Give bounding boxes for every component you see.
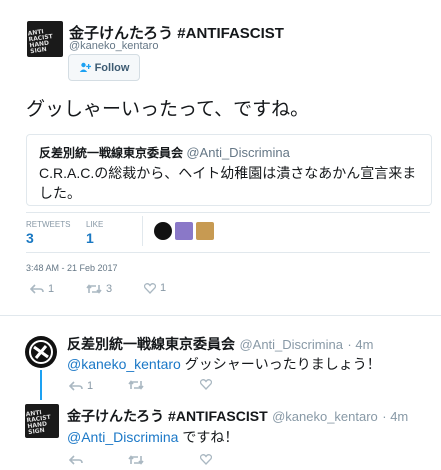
divider xyxy=(26,212,430,213)
heart-icon xyxy=(200,454,212,465)
retweet-action[interactable] xyxy=(128,380,144,390)
likes-count[interactable]: 1 xyxy=(86,230,94,246)
reply-count: 1 xyxy=(48,283,55,295)
retweet-action[interactable]: 3 xyxy=(86,283,112,295)
reply-body: グッシャーいったりましょう！ xyxy=(180,356,381,372)
liker-avatar[interactable] xyxy=(154,222,172,240)
avatar[interactable]: ANTI RACIST HAND SIGN xyxy=(27,21,63,57)
follow-button[interactable]: Follow xyxy=(68,54,140,81)
quoted-tweet[interactable]: 反差別統一戦線東京委員会 @Anti_Discrimina C.R.A.C.の総… xyxy=(26,134,432,206)
reply-action[interactable] xyxy=(69,455,83,465)
mention-link[interactable]: @Anti_Discrimina xyxy=(67,429,178,445)
retweet-action[interactable] xyxy=(128,455,144,465)
avatar[interactable]: ANTI RACIST HAND SIGN xyxy=(25,404,59,438)
reply-action[interactable]: 1 xyxy=(30,283,54,295)
avatar[interactable] xyxy=(25,336,57,368)
like-action[interactable] xyxy=(200,454,212,465)
retweets-count[interactable]: 3 xyxy=(26,230,34,246)
heart-icon xyxy=(144,282,156,294)
like-count: 1 xyxy=(160,282,167,294)
quoted-author-handle: @Anti_Discrimina xyxy=(186,145,290,160)
reply-author-name[interactable]: 金子けんたろう #ANTIFASCIST xyxy=(67,408,268,424)
like-action[interactable] xyxy=(200,379,212,390)
likes-label: LIKE xyxy=(86,220,104,229)
retweets-label: RETWEETS xyxy=(26,220,71,229)
follow-label: Follow xyxy=(94,61,130,74)
reply-icon xyxy=(69,455,83,465)
reply-count: 1 xyxy=(87,380,94,392)
retweet-count: 3 xyxy=(106,283,113,295)
reply-time[interactable]: · 4m xyxy=(382,409,408,424)
section-divider xyxy=(0,315,441,316)
liker-avatar[interactable] xyxy=(196,222,214,240)
like-action[interactable]: 1 xyxy=(144,282,166,294)
reply-action[interactable]: 1 xyxy=(69,380,93,392)
reply-text: @Anti_Discrimina ですね！ xyxy=(67,427,238,447)
author-handle[interactable]: @kaneko_kentaro xyxy=(69,40,158,52)
reply-icon xyxy=(69,381,83,391)
timestamp[interactable]: 3:48 AM - 21 Feb 2017 xyxy=(26,263,118,273)
avatar-text: ANTI RACIST HAND SIGN xyxy=(25,409,52,437)
antifa-logo-icon xyxy=(29,340,53,364)
mention-link[interactable]: @kaneko_kentaro xyxy=(67,356,181,372)
avatar-text: ANTI RACIST HAND SIGN xyxy=(27,28,54,56)
quoted-author-name: 反差別統一戦線東京委員会 xyxy=(39,146,184,160)
reply-author-handle[interactable]: @kaneko_kentaro xyxy=(272,409,378,424)
stats-separator xyxy=(142,216,143,246)
add-user-icon xyxy=(79,62,91,72)
reply-header: 反差別統一戦線東京委員会 @Anti_Discrimina · 4m xyxy=(67,334,373,354)
retweet-icon xyxy=(128,455,144,465)
reply-body: ですね！ xyxy=(178,429,239,445)
tweet-text: グッしゃーいったって、ですね。 xyxy=(26,99,310,120)
retweet-icon xyxy=(128,380,144,390)
retweet-icon xyxy=(86,284,102,294)
reply-header: 金子けんたろう #ANTIFASCIST @kaneko_kentaro · 4… xyxy=(67,406,408,426)
liker-avatar[interactable] xyxy=(175,222,193,240)
thread-line xyxy=(40,370,42,400)
reply-text: @kaneko_kentaro グッシャーいったりましょう！ xyxy=(67,354,381,374)
reply-author-name[interactable]: 反差別統一戦線東京委員会 xyxy=(67,336,235,352)
reply-time[interactable]: · 4m xyxy=(347,337,373,352)
divider xyxy=(26,252,430,253)
quoted-author: 反差別統一戦線東京委員会 @Anti_Discrimina xyxy=(39,144,290,161)
reply-icon xyxy=(30,284,44,294)
heart-icon xyxy=(200,379,212,390)
quoted-text: C.R.A.C.の総裁から、ヘイト幼稚園は潰さなあかん宣言来ました。 xyxy=(39,165,417,201)
reply-author-handle[interactable]: @Anti_Discrimina xyxy=(239,337,343,352)
